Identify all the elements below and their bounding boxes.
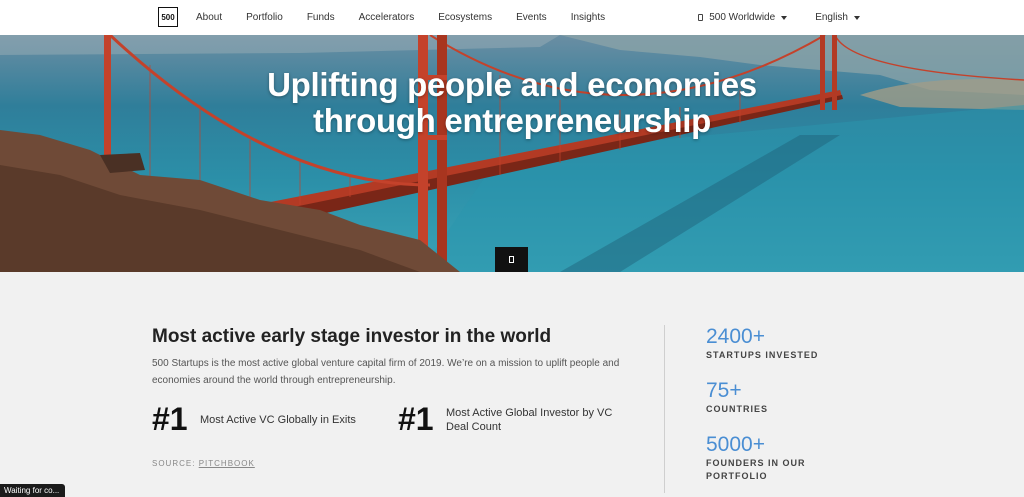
carousel-control-button[interactable]	[495, 247, 528, 272]
intro-description: 500 Startups is the most active global v…	[152, 358, 620, 386]
stat-text-2-line-1: Most Active Global Investor by VC	[446, 407, 613, 419]
intro-section: Most active early stage investor in the …	[152, 325, 632, 389]
kpi-founders: 5000+ FOUNDERS IN OUR PORTFOLIO	[706, 434, 846, 483]
nav-right: 500 Worldwide English	[670, 0, 860, 35]
top-navbar: 500 About Portfolio Funds Accelerators E…	[0, 0, 1024, 36]
region-dropdown[interactable]: 500 Worldwide	[698, 12, 788, 23]
intro-headline: Most active early stage investor in the …	[152, 326, 552, 347]
square-icon	[509, 256, 514, 263]
hero-banner: Uplifting people and economies through e…	[0, 35, 1024, 272]
region-label: 500 Worldwide	[709, 12, 776, 23]
nav-link-portfolio[interactable]: Portfolio	[246, 12, 283, 23]
chevron-down-icon	[781, 15, 788, 20]
kpi-value: 2400+	[706, 325, 765, 348]
stat-text-1: Most Active VC Globally in Exits	[200, 413, 390, 427]
nav-links: About Portfolio Funds Accelerators Ecosy…	[196, 0, 629, 35]
language-dropdown[interactable]: English	[815, 12, 860, 23]
nav-link-events[interactable]: Events	[516, 12, 547, 23]
chevron-down-icon	[854, 15, 860, 20]
kpi-label-line-1: FOUNDERS IN OUR	[706, 458, 806, 468]
kpi-label-line-2: PORTFOLIO	[706, 471, 768, 481]
nav-link-about[interactable]: About	[196, 12, 222, 23]
logo-500[interactable]: 500	[158, 7, 178, 27]
nav-link-ecosystems[interactable]: Ecosystems	[438, 12, 492, 23]
kpi-label: STARTUPS INVESTED	[706, 350, 819, 360]
hero-title-line-2: through entrepreneurship	[313, 102, 711, 139]
stat-rank-2: #1	[398, 401, 434, 437]
nav-link-funds[interactable]: Funds	[307, 12, 335, 23]
stat-text-1-line-1: Most Active VC Globally in Exits	[200, 414, 356, 426]
stat-rank-1: #1	[152, 401, 188, 437]
source-label: SOURCE:	[152, 459, 196, 468]
hero-title-line-1: Uplifting people and economies	[267, 66, 757, 103]
source-note: SOURCE: PITCHBOOK	[152, 459, 255, 468]
language-label: English	[815, 12, 848, 23]
source-link-pitchbook[interactable]: PITCHBOOK	[199, 459, 255, 468]
nav-link-insights[interactable]: Insights	[571, 12, 605, 23]
kpi-value: 75+	[706, 379, 742, 402]
stat-text-2-line-2: Deal Count	[446, 421, 502, 433]
browser-status-tooltip: Waiting for co...	[0, 484, 66, 497]
kpi-countries: 75+ COUNTRIES	[706, 380, 846, 416]
hero-title: Uplifting people and economies through e…	[0, 67, 1024, 139]
vertical-divider	[664, 325, 665, 493]
kpi-label: COUNTRIES	[706, 404, 769, 414]
kpi-value: 5000+	[706, 433, 765, 456]
kpi-startups: 2400+ STARTUPS INVESTED	[706, 326, 846, 362]
stat-text-2: Most Active Global Investor by VC Deal C…	[446, 406, 646, 434]
phone-icon	[698, 14, 704, 21]
nav-link-accelerators[interactable]: Accelerators	[359, 12, 415, 23]
